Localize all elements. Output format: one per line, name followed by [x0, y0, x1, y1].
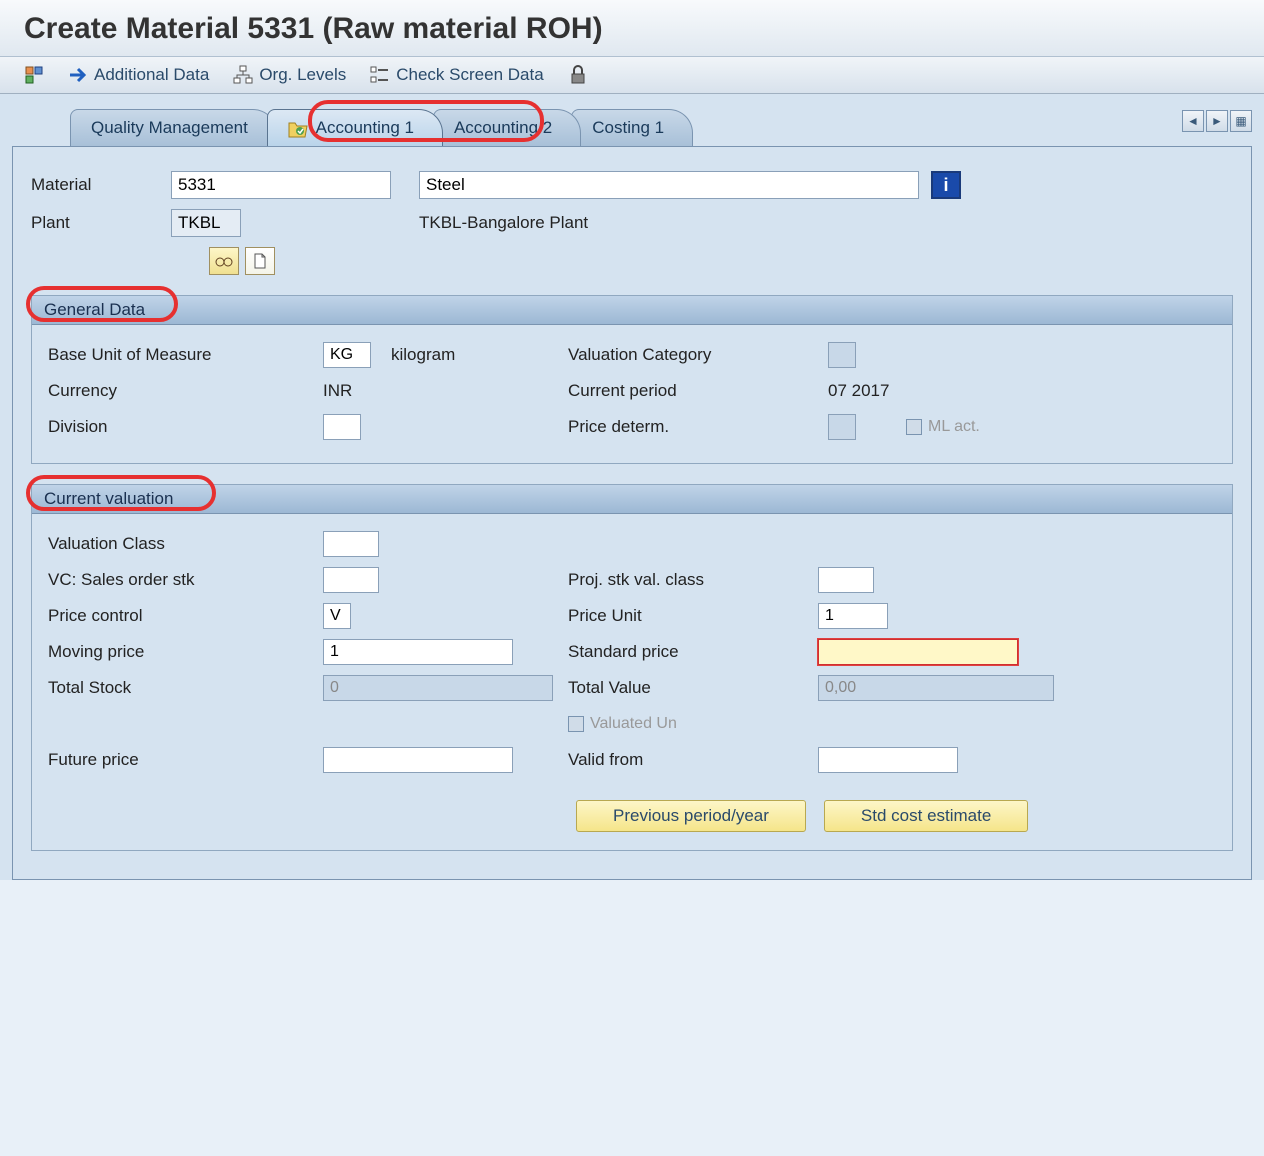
- std-cost-estimate-button[interactable]: Std cost estimate: [824, 800, 1028, 832]
- price-control-label: Price control: [48, 606, 323, 626]
- base-uom-label: Base Unit of Measure: [48, 345, 323, 365]
- valid-from-label: Valid from: [568, 750, 818, 770]
- additional-data-label: Additional Data: [94, 65, 209, 85]
- main-area: Quality Management Accounting 1 Accounti…: [0, 94, 1264, 880]
- additional-data-button[interactable]: Additional Data: [68, 65, 209, 85]
- lock-button[interactable]: [568, 65, 588, 85]
- info-icon: i: [943, 175, 948, 196]
- base-uom-text: kilogram: [391, 345, 455, 365]
- accounting-folder-icon: [288, 120, 308, 138]
- org-levels-button[interactable]: Org. Levels: [233, 65, 346, 85]
- vc-sales-input[interactable]: [323, 567, 379, 593]
- display-change-button[interactable]: [209, 247, 239, 275]
- tab-label: Costing 1: [592, 118, 664, 137]
- check-screen-label: Check Screen Data: [396, 65, 543, 85]
- tab-scroll-controls: ◄ ► ▦: [1182, 110, 1252, 132]
- org-levels-label: Org. Levels: [259, 65, 346, 85]
- valuated-un-label: Valuated Un: [590, 715, 677, 733]
- moving-price-label: Moving price: [48, 642, 323, 662]
- currency-label: Currency: [48, 381, 323, 401]
- standard-price-label: Standard price: [568, 642, 818, 662]
- glasses-icon: [215, 254, 233, 268]
- lock-icon: [568, 65, 588, 85]
- current-period-value: 07 2017: [828, 381, 889, 401]
- current-valuation-group: Current valuation Valuation Class VC: Sa…: [31, 484, 1233, 851]
- proj-stk-label: Proj. stk val. class: [568, 570, 818, 590]
- division-label: Division: [48, 417, 323, 437]
- total-value-input: [818, 675, 1054, 701]
- total-value-label: Total Value: [568, 678, 818, 698]
- price-control-input[interactable]: [323, 603, 351, 629]
- check-list-icon: [370, 65, 390, 85]
- future-price-input[interactable]: [323, 747, 513, 773]
- general-data-group: General Data Base Unit of Measure kilogr…: [31, 295, 1233, 464]
- triangle-left-icon: ◄: [1187, 114, 1199, 128]
- valid-from-input[interactable]: [818, 747, 958, 773]
- tab-label: Accounting 1: [316, 118, 414, 137]
- check-screen-button[interactable]: Check Screen Data: [370, 65, 543, 85]
- page-title: Create Material 5331 (Raw material ROH): [0, 0, 1264, 57]
- price-determ-label: Price determ.: [568, 417, 828, 437]
- valuation-cat-label: Valuation Category: [568, 345, 828, 365]
- base-uom-input[interactable]: [323, 342, 371, 368]
- current-valuation-header: Current valuation: [32, 485, 1232, 514]
- future-price-label: Future price: [48, 750, 323, 770]
- tab-quality-management[interactable]: Quality Management: [70, 109, 277, 146]
- overview-icon-button[interactable]: [24, 65, 44, 85]
- toolbar: Additional Data Org. Levels Check Screen…: [0, 57, 1264, 94]
- content-panel: Material i Plant TKBL-Bangalore Plant Ge…: [12, 146, 1252, 880]
- price-unit-input[interactable]: [818, 603, 888, 629]
- total-stock-label: Total Stock: [48, 678, 323, 698]
- tab-label: Accounting 2: [454, 118, 552, 137]
- material-label: Material: [31, 175, 171, 195]
- create-button[interactable]: [245, 247, 275, 275]
- division-input[interactable]: [323, 414, 361, 440]
- plant-label: Plant: [31, 213, 171, 233]
- tab-accounting-2[interactable]: Accounting 2: [433, 109, 581, 146]
- val-class-label: Valuation Class: [48, 534, 323, 554]
- val-class-input[interactable]: [323, 531, 379, 557]
- tab-list-button[interactable]: ▦: [1230, 110, 1252, 132]
- proj-stk-input[interactable]: [818, 567, 874, 593]
- tab-scroll-right-button[interactable]: ►: [1206, 110, 1228, 132]
- overview-icon: [24, 65, 44, 85]
- triangle-right-icon: ►: [1211, 114, 1223, 128]
- total-stock-input: [323, 675, 553, 701]
- moving-price-input[interactable]: [323, 639, 513, 665]
- ml-act-label: ML act.: [928, 418, 980, 436]
- list-icon: ▦: [1235, 114, 1246, 128]
- tab-accounting-1[interactable]: Accounting 1: [267, 109, 443, 146]
- ml-act-checkbox: [906, 419, 922, 435]
- price-determ-input: [828, 414, 856, 440]
- info-button[interactable]: i: [931, 171, 961, 199]
- document-icon: [253, 253, 267, 269]
- currency-value: INR: [323, 381, 352, 401]
- valuated-un-checkbox: [568, 716, 584, 732]
- material-desc-input[interactable]: [419, 171, 919, 199]
- current-period-label: Current period: [568, 381, 828, 401]
- plant-input: [171, 209, 241, 237]
- price-unit-label: Price Unit: [568, 606, 818, 626]
- valuation-cat-input: [828, 342, 856, 368]
- previous-period-button[interactable]: Previous period/year: [576, 800, 806, 832]
- tab-scroll-left-button[interactable]: ◄: [1182, 110, 1204, 132]
- vc-sales-label: VC: Sales order stk: [48, 570, 323, 590]
- tab-label: Quality Management: [91, 118, 248, 137]
- material-input[interactable]: [171, 171, 391, 199]
- arrow-right-icon: [68, 65, 88, 85]
- tab-bar: Quality Management Accounting 1 Accounti…: [0, 94, 1264, 146]
- plant-desc-text: TKBL-Bangalore Plant: [419, 213, 588, 233]
- tab-costing-1[interactable]: Costing 1: [571, 109, 693, 146]
- hierarchy-icon: [233, 65, 253, 85]
- standard-price-input[interactable]: [818, 639, 1018, 665]
- general-data-header: General Data: [32, 296, 1232, 325]
